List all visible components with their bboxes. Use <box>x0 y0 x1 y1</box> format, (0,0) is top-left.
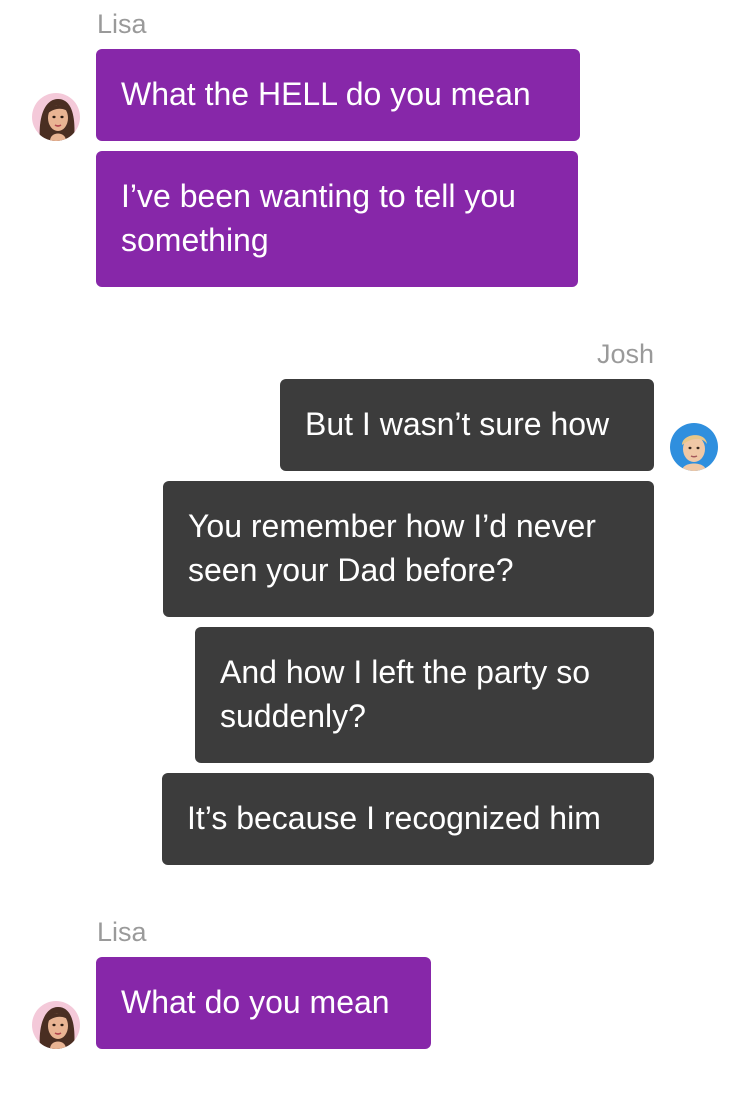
sender-name-josh: Josh <box>596 339 654 369</box>
lisa-avatar-icon[interactable] <box>32 93 80 141</box>
message-bubble-lisa[interactable]: What the HELL do you mean <box>96 49 580 141</box>
sender-name-lisa: Lisa <box>97 917 147 947</box>
lisa-avatar-icon[interactable] <box>32 1001 80 1049</box>
message-bubble-josh[interactable]: It’s because I recognized him <box>162 773 654 865</box>
message-bubble-josh[interactable]: But I wasn’t sure how <box>280 379 654 471</box>
message-bubble-lisa[interactable]: What do you mean <box>96 957 431 1049</box>
josh-avatar-icon[interactable] <box>670 423 718 471</box>
message-bubble-josh[interactable]: And how I left the party so suddenly? <box>195 627 654 763</box>
message-bubble-lisa[interactable]: I’ve been wanting to tell you something <box>96 151 578 287</box>
message-bubble-josh[interactable]: You remember how I’d never seen your Dad… <box>163 481 654 617</box>
sender-name-lisa: Lisa <box>97 9 147 39</box>
